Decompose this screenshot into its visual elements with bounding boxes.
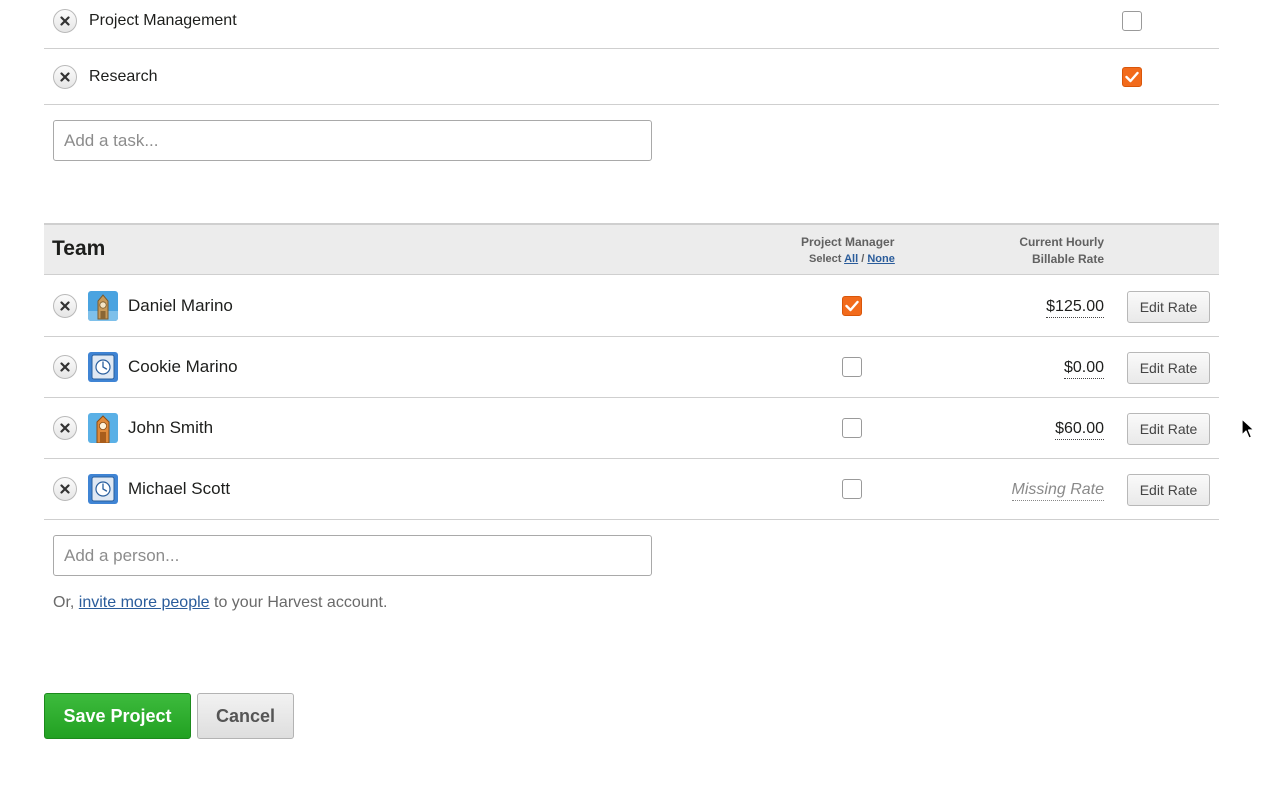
member-name: John Smith: [128, 418, 214, 437]
remove-member-button[interactable]: [53, 355, 77, 379]
avatar: [88, 352, 118, 382]
remove-member-button[interactable]: [53, 416, 77, 440]
row-divider: [44, 397, 1219, 398]
avatar: [88, 413, 118, 443]
clock-avatar-icon: [88, 352, 118, 382]
task-name: Research: [89, 68, 158, 85]
edit-rate-button[interactable]: Edit Rate: [1127, 474, 1210, 506]
project-manager-checkbox[interactable]: [842, 418, 862, 438]
invite-more-people-link[interactable]: invite more people: [79, 594, 210, 611]
close-icon: [60, 484, 70, 494]
rate-header-line1: Current Hourly: [1019, 235, 1104, 249]
clock-tower-avatar-icon: [88, 413, 118, 443]
team-table-header: Team Project Manager Select All / None C…: [44, 223, 1219, 275]
hourly-rate[interactable]: $125.00: [1046, 297, 1104, 318]
cancel-button[interactable]: Cancel: [197, 693, 294, 739]
avatar: [88, 291, 118, 321]
invite-prefix: Or,: [53, 594, 75, 611]
member-name: Cookie Marino: [128, 357, 238, 376]
select-all-none: Select All / None: [809, 251, 895, 267]
task-name: Project Management: [89, 12, 237, 29]
select-separator: /: [861, 253, 865, 265]
add-person-input[interactable]: [53, 535, 652, 576]
member-name: Michael Scott: [128, 479, 231, 498]
team-title: Team: [52, 237, 106, 260]
project-manager-checkbox[interactable]: [842, 296, 862, 316]
missing-rate[interactable]: Missing Rate: [1011, 480, 1104, 501]
close-icon: [60, 362, 70, 372]
mouse-pointer-icon: [1241, 418, 1255, 439]
row-divider: [44, 519, 1219, 520]
edit-rate-button[interactable]: Edit Rate: [1127, 413, 1210, 445]
row-divider: [44, 336, 1219, 337]
checkmark-icon: [845, 300, 859, 312]
edit-rate-button[interactable]: Edit Rate: [1127, 352, 1210, 384]
checkmark-icon: [1125, 71, 1139, 83]
add-task-input[interactable]: [53, 120, 652, 161]
select-none-link[interactable]: None: [867, 253, 895, 265]
remove-member-button[interactable]: [53, 477, 77, 501]
select-label: Select: [809, 253, 842, 265]
row-divider: [44, 104, 1219, 105]
close-icon: [60, 301, 70, 311]
close-icon: [60, 72, 70, 82]
clock-tower-avatar-icon: [88, 291, 118, 321]
project-manager-header: Project Manager: [801, 235, 895, 249]
save-project-button[interactable]: Save Project: [44, 693, 191, 739]
edit-rate-button[interactable]: Edit Rate: [1127, 291, 1210, 323]
project-manager-checkbox[interactable]: [842, 357, 862, 377]
row-divider: [44, 458, 1219, 459]
hourly-rate[interactable]: $0.00: [1063, 358, 1104, 379]
invite-suffix: to your Harvest account.: [214, 594, 388, 611]
close-icon: [60, 423, 70, 433]
member-name: Daniel Marino: [128, 296, 233, 315]
select-all-link[interactable]: All: [844, 253, 858, 265]
clock-avatar-icon: [88, 474, 118, 504]
row-divider: [44, 48, 1219, 49]
rate-header-line2: Billable Rate: [1031, 252, 1104, 266]
task-billable-checkbox[interactable]: [1122, 11, 1142, 31]
task-billable-checkbox[interactable]: [1122, 67, 1142, 87]
close-icon: [60, 16, 70, 26]
project-manager-checkbox[interactable]: [842, 479, 862, 499]
remove-member-button[interactable]: [53, 294, 77, 318]
remove-task-button[interactable]: [53, 65, 77, 89]
hourly-rate[interactable]: $60.00: [1055, 419, 1104, 440]
invite-message: Or, invite more people to your Harvest a…: [53, 594, 387, 612]
remove-task-button[interactable]: [53, 9, 77, 33]
avatar: [88, 474, 118, 504]
